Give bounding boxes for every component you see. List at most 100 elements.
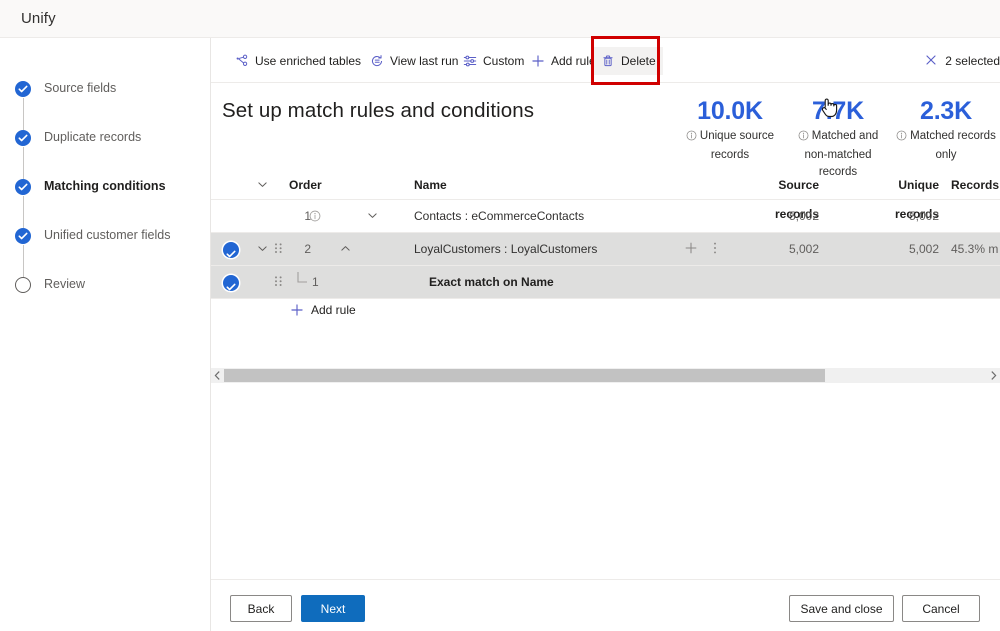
kpi-label-line2: records [710,149,750,161]
row-name: LoyalCustomers : LoyalCustomers [414,242,598,256]
command-bar: Use enriched tables View last run Custom… [211,36,1000,85]
kpi-label-line1: Unique source [699,130,775,142]
kpi-value: 10.0K [697,97,763,125]
delete-button[interactable]: Delete [594,47,663,75]
sidebar-item-review[interactable]: Review [15,276,205,325]
sliders-icon [463,54,477,68]
view-last-run-button[interactable]: View last run [363,47,465,75]
info-icon[interactable] [686,130,697,147]
table-row[interactable]: 2 LoyalCustomers : LoyalCustomers 5,002 … [211,233,1000,266]
footer-actions: Back Next Save and close Cancel [211,579,1000,631]
enrich-network-icon [235,54,249,68]
row-unique-records: 5,002 [908,242,939,256]
command-label: Delete [621,54,656,68]
column-header-name[interactable]: Name [414,171,714,200]
wizard-sidebar: Source fields Duplicate records Matching… [0,38,211,631]
drag-handle-icon[interactable] [274,266,288,299]
row-source-records [731,266,819,299]
command-label: Custom [483,54,525,68]
table-row[interactable]: 1 Contacts : eCommerceContacts 5,002 5,0… [211,200,1000,233]
step-connector [22,147,24,179]
back-button[interactable]: Back [230,595,292,622]
plus-icon [290,303,304,317]
add-rule-button[interactable]: Add rule [524,47,603,75]
sidebar-item-label: Unified customer fields [44,228,171,242]
add-rule-label: Add rule [311,303,356,317]
sidebar-item-label: Matching conditions [44,179,166,193]
tree-elbow-icon [295,266,313,299]
cancel-button[interactable]: Cancel [902,595,980,622]
row-source-records: 5,002 [788,242,819,256]
row-checkbox[interactable] [223,266,245,299]
kpi-label-line2: only [935,149,957,161]
expand-all-chevron-icon[interactable] [256,171,274,200]
row-name: Contacts : eCommerceContacts [414,209,585,223]
sidebar-item-label: Review [44,277,85,291]
column-header-order[interactable]: Order [289,171,329,200]
sidebar-item-matching-conditions[interactable]: Matching conditions [15,178,205,228]
custom-button[interactable]: Custom [456,47,531,75]
save-and-close-button[interactable]: Save and close [789,595,894,622]
sidebar-item-unified-customer-fields[interactable]: Unified customer fields [15,227,205,277]
row-info-icon[interactable] [309,200,329,233]
sidebar-item-label: Source fields [44,81,117,95]
row-collapse-chevron-icon[interactable] [339,233,359,266]
check-circle-icon [15,81,31,130]
row-more-options-icon[interactable] [713,233,727,266]
scrollbar-thumb[interactable] [224,369,825,382]
top-bar: Unify [0,0,1000,38]
table-row[interactable]: 1 Exact match on Name [211,266,1000,299]
close-x-icon[interactable] [924,53,938,70]
step-connector [22,98,24,130]
row-expand-chevron-icon[interactable] [366,200,386,233]
horizontal-scrollbar[interactable] [211,368,1000,383]
content-pane: Use enriched tables View last run Custom… [211,36,1000,631]
scroll-left-arrow-icon[interactable] [211,368,224,383]
match-rules-grid: Order Name Source records Unique records… [211,171,1000,383]
app-root: Unify Source fields Duplicate records Ma… [0,0,1000,631]
selection-count-label: 2 selected [945,54,1000,68]
check-circle-icon [15,179,31,228]
kpi-matched-and-non-matched-records: 7.7K Matched and non-matched records [784,96,892,181]
sidebar-item-label: Duplicate records [44,130,142,144]
next-button[interactable]: Next [301,595,365,622]
app-title: Unify [21,10,56,27]
sidebar-item-source-fields[interactable]: Source fields [15,80,205,130]
kpi-matched-records-only: 2.3K Matched records only [892,96,1000,164]
kpi-value: 2.3K [919,97,972,125]
row-add-condition-icon[interactable] [684,233,704,266]
kpi-label: Matched records only [892,128,1000,164]
step-connector [22,196,24,228]
add-rule-row: Add rule [211,299,1000,329]
kpi-label: Unique source records [676,128,784,164]
check-circle-icon [15,228,31,277]
drag-handle-icon[interactable] [274,233,288,266]
scroll-right-arrow-icon[interactable] [987,368,1000,383]
column-header-records[interactable]: Records [951,171,1000,200]
kpi-label-line1: Matched records [910,130,996,142]
trash-icon [601,54,615,68]
page-title: Set up match rules and conditions [222,99,535,122]
add-rule-link[interactable]: Add rule [290,303,356,317]
step-connector [22,245,24,277]
selection-status[interactable]: 2 selected [924,47,1000,75]
kpi-strip: 10.0K Unique source records 7.7K Matched… [676,96,1000,181]
sidebar-item-duplicate-records[interactable]: Duplicate records [15,129,205,179]
use-enriched-tables-button[interactable]: Use enriched tables [228,47,368,75]
row-group-chevron-icon[interactable] [256,233,274,266]
empty-circle-icon [15,277,31,293]
kpi-label-line1: Matched and [811,130,879,142]
kpi-unique-source-records: 10.0K Unique source records [676,96,784,164]
info-icon[interactable] [896,130,907,147]
info-icon[interactable] [798,130,809,147]
kpi-value: 7.7K [811,97,864,125]
scrollbar-track[interactable] [224,368,987,383]
row-unique-records: 5,002 [908,209,939,223]
row-checkbox[interactable] [223,233,245,266]
row-records [951,200,1000,233]
history-clock-icon [370,54,384,68]
command-label: Add rule [551,54,596,68]
command-label: View last run [390,54,459,68]
row-source-records: 5,002 [788,209,819,223]
row-records [951,266,1000,299]
